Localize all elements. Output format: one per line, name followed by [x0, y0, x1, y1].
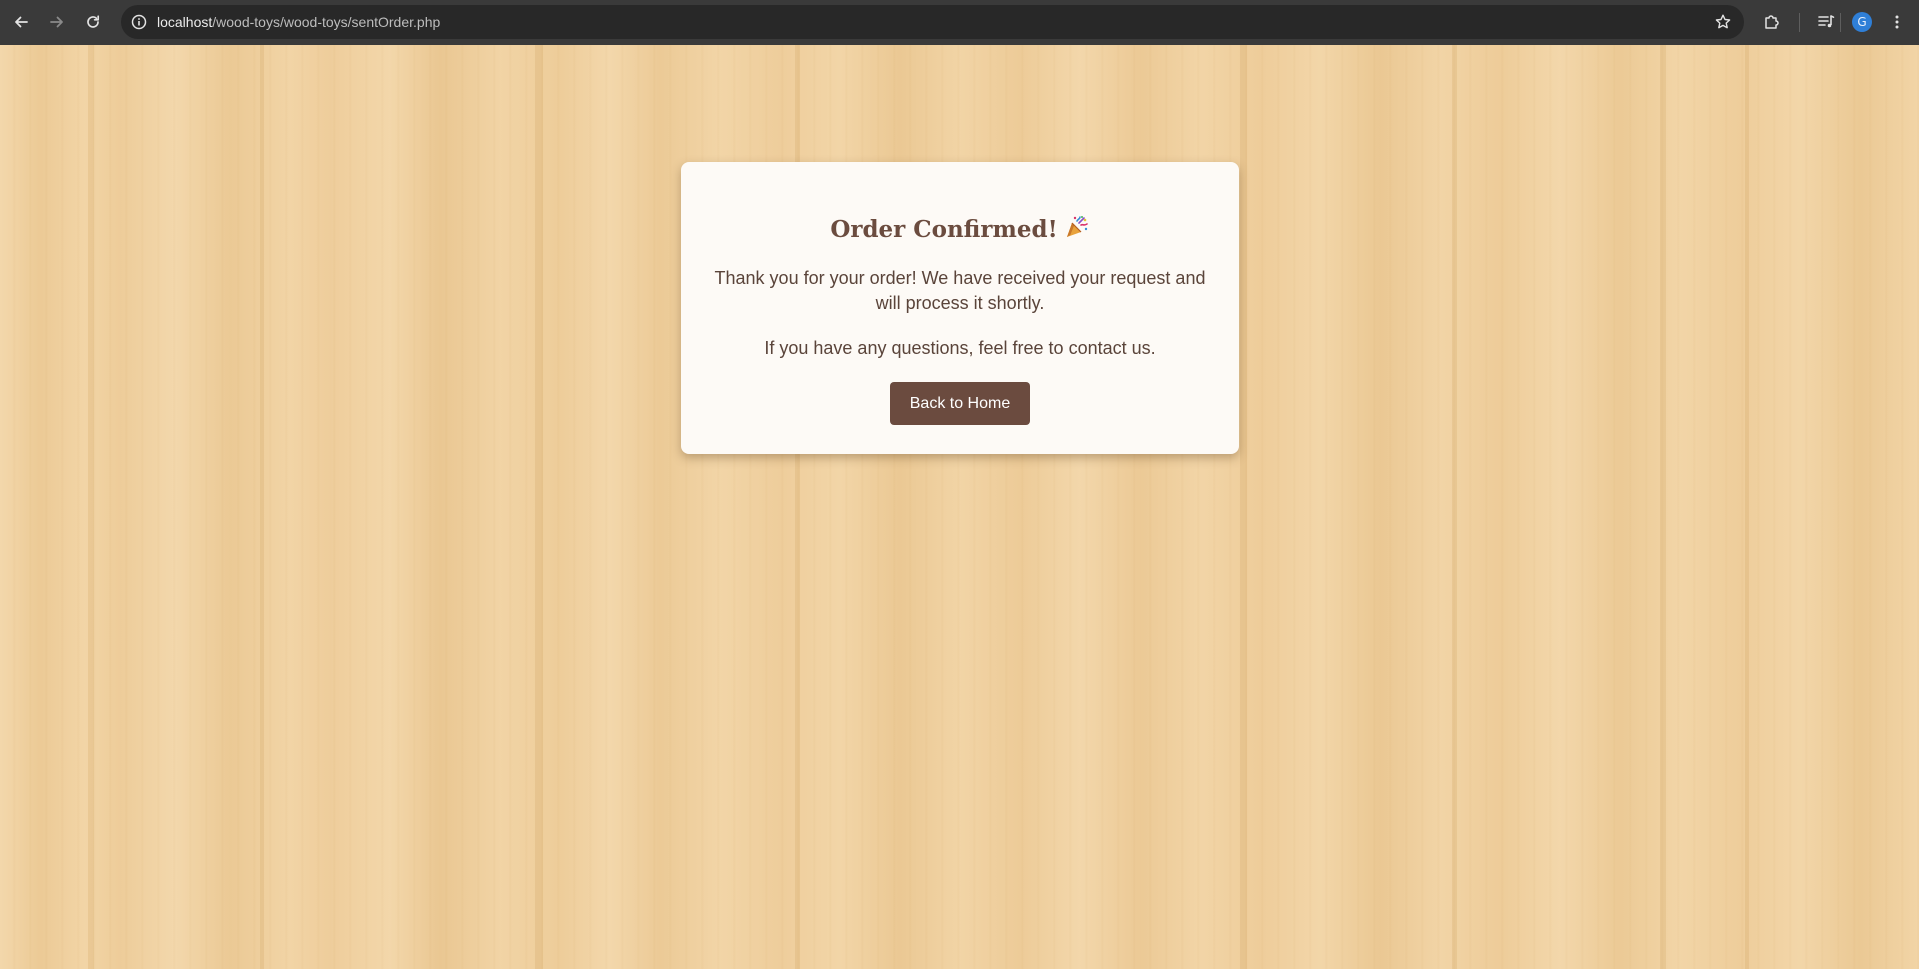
title-text: Order Confirmed! — [830, 216, 1058, 243]
browser-menu-button[interactable] — [1884, 9, 1910, 35]
forward-button[interactable] — [44, 9, 70, 35]
order-received-message: Thank you for your order! We have receiv… — [714, 268, 1206, 313]
back-button[interactable] — [8, 9, 34, 35]
url-text[interactable]: localhost/wood-toys/wood-toys/sentOrder.… — [157, 5, 440, 39]
wood-grain-line — [1745, 45, 1749, 969]
toolbar-divider — [1840, 13, 1841, 32]
reload-icon — [85, 14, 101, 30]
puzzle-icon — [1763, 13, 1781, 31]
arrow-left-icon — [13, 14, 29, 30]
wood-grain-line — [1240, 45, 1247, 969]
back-to-home-button[interactable]: Back to Home — [890, 382, 1030, 425]
wood-grain-line — [88, 45, 94, 969]
info-circle-icon[interactable] — [130, 13, 148, 31]
wood-background: Order Confirmed! Thank you for your orde… — [0, 45, 1919, 969]
party-popper-icon — [1064, 214, 1090, 248]
order-confirmation-card: Order Confirmed! Thank you for your orde… — [681, 162, 1239, 454]
toolbar-divider — [1799, 13, 1800, 32]
star-icon[interactable] — [1714, 13, 1732, 31]
reload-button[interactable] — [80, 9, 106, 35]
address-bar[interactable]: localhost/wood-toys/wood-toys/sentOrder.… — [121, 5, 1744, 39]
media-controls-button[interactable] — [1813, 9, 1839, 35]
wood-grain-line — [535, 45, 543, 969]
wood-grain-line — [1660, 45, 1666, 969]
contact-message: If you have any questions, feel free to … — [764, 338, 1156, 358]
browser-toolbar: localhost/wood-toys/wood-toys/sentOrder.… — [0, 0, 1919, 45]
kebab-menu-icon — [1889, 14, 1905, 30]
page-title: Order Confirmed! — [681, 214, 1239, 248]
wood-grain-line — [1452, 45, 1457, 969]
queue-music-icon — [1817, 13, 1835, 31]
url-host: localhost — [157, 14, 213, 30]
url-path: /wood-toys/wood-toys/sentOrder.php — [212, 14, 441, 30]
profile-avatar[interactable]: G — [1852, 12, 1872, 32]
extensions-button[interactable] — [1759, 9, 1785, 35]
arrow-right-icon — [49, 14, 65, 30]
wood-grain-line — [260, 45, 264, 969]
